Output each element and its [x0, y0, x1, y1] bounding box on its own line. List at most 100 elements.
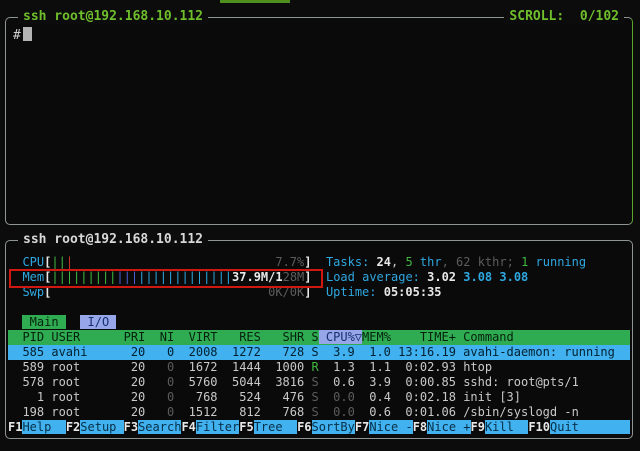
text-segment: 7.7%: [275, 255, 304, 269]
text-segment: F10: [528, 420, 550, 434]
text-segment: [312, 255, 326, 269]
text-segment: 0: [145, 405, 174, 419]
text-segment: F3: [124, 420, 138, 434]
text-segment: |||||||||||||: [138, 270, 232, 284]
text-segment: 1.3 1.1 0:02.93 htop: [319, 360, 492, 374]
text-segment: F5: [239, 420, 253, 434]
text-segment: ]: [304, 270, 311, 284]
text-segment: 37.9M/1: [232, 270, 283, 284]
text-segment: [312, 270, 326, 284]
video-artifact-bar: [220, 0, 290, 3]
text-segment: [8, 315, 22, 329]
fkey-help-button[interactable]: Help: [22, 420, 65, 434]
shell-prompt: #: [13, 28, 21, 43]
text-segment: 1512 812 768: [174, 405, 311, 419]
text-segment: 1672 1444 1000: [174, 360, 311, 374]
text-segment: 0K/0K: [268, 285, 304, 299]
text-segment: [51, 285, 268, 299]
text-segment: Load average:: [326, 270, 427, 284]
tab-io[interactable]: I/O: [80, 315, 116, 329]
text-segment: 768 524 476: [174, 390, 311, 404]
text-segment: ||: [51, 255, 65, 269]
text-segment: 1 root 20: [8, 390, 145, 404]
text-segment: ]: [304, 255, 311, 269]
text-segment: R: [311, 360, 318, 374]
text-segment: [311, 285, 325, 299]
text-segment: 5760 5044 3816: [174, 375, 311, 389]
process-row-585-selected[interactable]: 585 avahi 20 0 2008 1272 728 S 3.9 1.0 1…: [8, 345, 630, 360]
text-cursor: [23, 27, 32, 41]
text-segment: ,: [442, 255, 456, 269]
bottom-pane-title: ssh root@192.168.10.112: [18, 232, 208, 247]
tab-main[interactable]: Main: [22, 315, 65, 329]
text-segment: Uptime:: [326, 285, 384, 299]
fkey-nice-minus-button[interactable]: Nice -: [369, 420, 412, 434]
text-segment: S: [311, 405, 318, 419]
text-segment: |||: [116, 270, 138, 284]
fkey-search-button[interactable]: Search: [138, 420, 181, 434]
process-row-198[interactable]: 198 root 20 0 1512 812 768 S 0.0 0.6 0:0…: [8, 405, 630, 420]
text-segment: [66, 315, 80, 329]
fkey-quit-button[interactable]: Quit: [550, 420, 630, 434]
process-row-1[interactable]: 1 root 20 0 768 524 476 S 0.0 0.4 0:02.1…: [8, 390, 630, 405]
text-segment: Tasks:: [326, 255, 377, 269]
bottom-terminal-pane[interactable]: ssh root@192.168.10.112 CPU[||| 7.7%] Ta…: [5, 240, 633, 439]
text-segment: [8, 270, 22, 284]
text-segment: 24: [377, 255, 391, 269]
fkey-sortby-button[interactable]: SortBy: [312, 420, 355, 434]
table-header[interactable]: PID USER PRI NI VIRT RES SHR S CPU%▽MEM%…: [8, 330, 630, 345]
text-segment: F7: [355, 420, 369, 434]
fkey-nice-plus-button[interactable]: Nice +: [427, 420, 470, 434]
text-segment: MEM% TIME+ Command: [362, 330, 514, 344]
text-segment: ,: [391, 255, 405, 269]
text-segment: Mem: [22, 270, 44, 284]
text-segment: |: [66, 255, 73, 269]
text-segment: F2: [66, 420, 80, 434]
text-segment: 0.6 3.9 0:00.85 sshd: root@pts/1: [319, 375, 579, 389]
text-segment: 0: [145, 390, 174, 404]
text-segment: S: [311, 390, 318, 404]
text-segment: 28M: [283, 270, 305, 284]
text-segment: 0.0: [319, 390, 355, 404]
fkey-filter-button[interactable]: Filter: [196, 420, 239, 434]
text-segment: [8, 255, 22, 269]
text-segment: [8, 300, 15, 314]
top-terminal-pane[interactable]: ssh root@192.168.10.112 SCROLL: 0/102 #: [5, 17, 633, 225]
text-segment: 585 avahi 20 0 2008 1272 728 S 3.9 1.0 1…: [8, 345, 615, 359]
text-segment: 0: [145, 375, 174, 389]
process-row-578[interactable]: 578 root 20 0 5760 5044 3816 S 0.6 3.9 0…: [8, 375, 630, 390]
fkey-kill-button[interactable]: Kill: [485, 420, 528, 434]
text-segment: [8, 285, 22, 299]
process-row-589[interactable]: 589 root 20 0 1672 1444 1000 R 1.3 1.1 0…: [8, 360, 630, 375]
text-segment: 05:05:35: [384, 285, 442, 299]
swp-meter-uptime-line: Swp[ 0K/0K] Uptime: 05:05:35: [8, 285, 630, 300]
text-segment: CPU: [22, 255, 44, 269]
text-segment: [73, 255, 275, 269]
text-segment: 3.02: [427, 270, 463, 284]
sort-column-cpu[interactable]: CPU%▽: [319, 330, 362, 344]
text-segment: F1: [8, 420, 22, 434]
text-segment: 0.0: [319, 405, 355, 419]
text-segment: F9: [471, 420, 485, 434]
text-segment: 0: [145, 360, 174, 374]
fkey-setup-button[interactable]: Setup: [80, 420, 123, 434]
text-segment: 0.4 0:02.18 init [3]: [355, 390, 521, 404]
text-segment: 62 kthr: [456, 255, 507, 269]
text-segment: 5: [405, 255, 412, 269]
function-key-bar[interactable]: F1Help F2Setup F3SearchF4FilterF5Tree F6…: [8, 420, 630, 435]
text-segment: thr: [413, 255, 442, 269]
text-segment: 0.6 0:01.06 /sbin/syslogd -n: [355, 405, 579, 419]
htop-screen[interactable]: CPU[||| 7.7%] Tasks: 24, 5 thr, 62 kthr;…: [8, 255, 630, 435]
mem-meter-load-line: Mem[|||||||||||||||||||||||||37.9M/128M]…: [8, 270, 630, 285]
cpu-meter-tasks-line: CPU[||| 7.7%] Tasks: 24, 5 thr, 62 kthr;…: [8, 255, 630, 270]
text-segment: 589 root 20: [8, 360, 145, 374]
tab-bar: Main I/O: [8, 315, 630, 330]
text-segment: 3.08 3.08: [463, 270, 528, 284]
top-pane-title: ssh root@192.168.10.112: [18, 9, 208, 24]
text-segment: ;: [507, 255, 521, 269]
text-segment: |||||||||: [51, 270, 116, 284]
text-segment: F8: [413, 420, 427, 434]
text-segment: F4: [181, 420, 195, 434]
fkey-tree-button[interactable]: Tree: [254, 420, 297, 434]
text-segment: PID USER PRI NI VIRT RES SHR S: [8, 330, 319, 344]
